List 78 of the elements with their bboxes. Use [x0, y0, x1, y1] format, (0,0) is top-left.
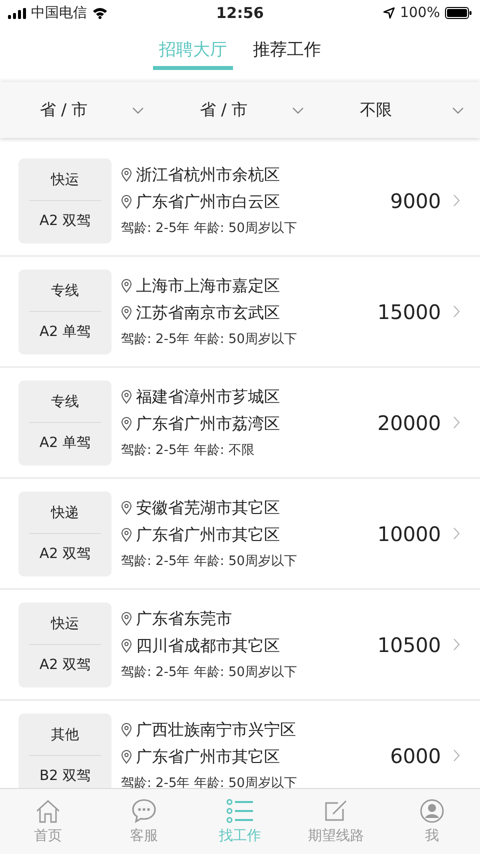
origin-address: 浙江省杭州市余杭区 — [136, 164, 280, 186]
location-pin-icon — [121, 723, 132, 737]
filter-dropdown[interactable]: 省 / 市 — [0, 82, 160, 138]
destination-address: 广东省广州市其它区 — [136, 746, 280, 768]
license-type: A2 单驾 — [40, 434, 90, 453]
location-pin-icon — [121, 417, 132, 431]
salary-amount: 10500 — [377, 632, 441, 656]
location-pin-icon — [121, 279, 132, 293]
location-pin-icon — [121, 501, 132, 515]
origin-address: 福建省漳州市芗城区 — [136, 386, 280, 408]
location-pin-icon — [121, 168, 132, 182]
job-card[interactable]: 专线 A2 单驾 上海市上海市嘉定区 江苏省南京市玄武区 驾龄: 2-5年 年龄: 50周岁以下 15000 — [0, 257, 480, 368]
location-pin-icon — [121, 306, 132, 320]
person-icon — [419, 798, 445, 824]
clock-time: 12:56 — [216, 4, 264, 22]
chevron-down-icon — [132, 106, 144, 114]
edit-icon — [323, 798, 349, 824]
chevron-right-icon — [453, 527, 460, 540]
chevron-right-icon — [453, 416, 460, 429]
license-type: A2 双驾 — [40, 212, 90, 231]
signal-icon — [8, 8, 26, 18]
job-category: 快运 — [29, 604, 101, 645]
filter-dropdown[interactable]: 不限 — [320, 82, 480, 138]
location-pin-icon — [121, 750, 132, 764]
salary-amount: 6000 — [390, 744, 441, 768]
requirements-text: 驾龄: 2-5年 年龄: 50周岁以下 — [121, 330, 298, 348]
house-icon — [35, 798, 61, 824]
origin-address: 广西壮族南宁市兴宁区 — [136, 720, 296, 740]
destination-address: 广东省广州市荔湾区 — [136, 414, 280, 434]
origin-address: 安徽省芜湖市其它区 — [136, 498, 280, 518]
requirements-text: 驾龄: 2-5年 年龄: 50周岁以下 — [121, 552, 298, 570]
salary-amount: 15000 — [377, 300, 441, 324]
destination-address: 四川省成都市其它区 — [136, 636, 280, 656]
salary-amount: 9000 — [390, 188, 441, 212]
destination-address: 广东省广州市其它区 — [136, 524, 280, 546]
chevron-right-icon — [453, 749, 460, 762]
origin-address: 上海市上海市嘉定区 — [136, 276, 280, 296]
chevron-right-icon — [453, 638, 460, 651]
destination-address: 广东省广州市白云区 — [136, 192, 280, 212]
job-category: 专线 — [29, 382, 101, 423]
job-category: 专线 — [29, 271, 101, 312]
location-pin-icon — [121, 528, 132, 542]
location-arrow-icon — [382, 7, 395, 19]
location-pin-icon — [121, 390, 132, 404]
license-type: A2 双驾 — [40, 545, 90, 564]
license-type: A2 单驾 — [40, 323, 90, 342]
chevron-down-icon — [292, 106, 304, 114]
requirements-text: 驾龄: 2-5年 年龄: 50周岁以下 — [121, 774, 298, 788]
job-category: 快递 — [29, 493, 101, 534]
chevron-down-icon — [452, 106, 464, 114]
salary-amount: 10000 — [377, 522, 441, 546]
chevron-right-icon — [453, 194, 460, 207]
job-card[interactable]: 快运 A2 双驾 广东省东莞市 四川省成都市其它区 驾龄: 2-5年 年龄: 50周岁以下 10500 — [0, 590, 480, 701]
tab[interactable]: 推荐工作 — [247, 26, 327, 70]
filter-dropdown[interactable]: 省 / 市 — [160, 82, 320, 138]
license-type: B2 双驾 — [40, 767, 90, 786]
chat-bubble-icon — [131, 798, 157, 824]
requirements-text: 驾龄: 2-5年 年龄: 不限 — [121, 442, 256, 458]
location-pin-icon — [121, 195, 132, 209]
location-pin-icon — [121, 612, 132, 626]
battery-icon — [445, 7, 472, 19]
salary-amount: 20000 — [377, 410, 441, 434]
requirements-text: 驾龄: 2-5年 年龄: 50周岁以下 — [121, 664, 298, 680]
job-card[interactable]: 专线 A2 单驾 福建省漳州市芗城区 广东省广州市荔湾区 驾龄: 2-5年 年龄: 不限 20000 — [0, 368, 480, 479]
wifi-icon — [92, 7, 108, 19]
carrier-name: 中国电信 — [31, 4, 87, 22]
battery-percent: 100% — [400, 5, 440, 21]
job-category: 其他 — [29, 715, 101, 756]
license-type: A2 双驾 — [40, 656, 90, 675]
job-card[interactable]: 快运 A2 双驾 浙江省杭州市余杭区 广东省广州市白云区 驾龄: 2-5年 年龄: 50周岁以下 9000 — [0, 146, 480, 257]
list-icon — [226, 798, 254, 824]
destination-address: 江苏省南京市玄武区 — [136, 302, 280, 324]
requirements-text: 驾龄: 2-5年 年龄: 50周岁以下 — [121, 220, 298, 236]
chevron-right-icon — [453, 305, 460, 318]
location-pin-icon — [121, 639, 132, 653]
job-card[interactable]: 快递 A2 双驾 安徽省芜湖市其它区 广东省广州市其它区 驾龄: 2-5年 年龄: 50周岁以下 10000 — [0, 479, 480, 590]
origin-address: 广东省东莞市 — [136, 608, 232, 630]
job-category: 快运 — [29, 160, 101, 201]
